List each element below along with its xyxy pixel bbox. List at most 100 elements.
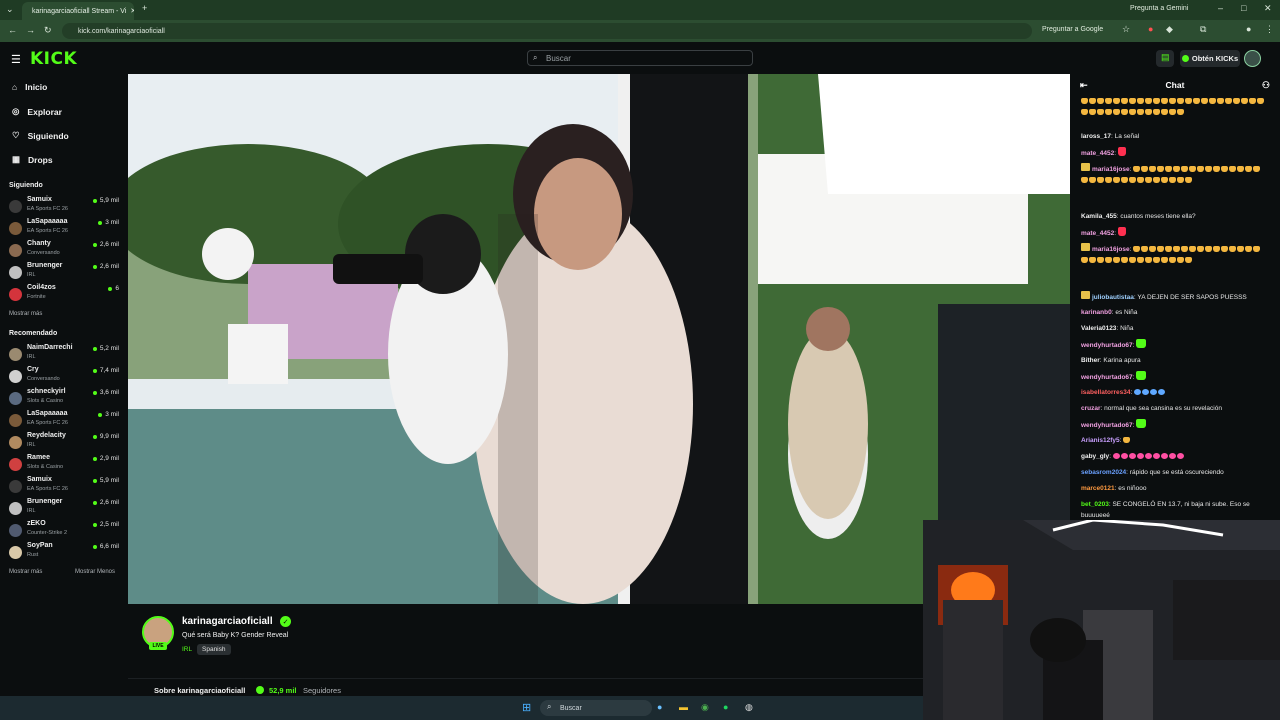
chat-message[interactable]: gaby_gly: — [1081, 451, 1269, 462]
user-avatar[interactable] — [1244, 50, 1261, 67]
window-close-icon[interactable]: ✕ — [1264, 3, 1272, 14]
chat-username[interactable]: karinanb0 — [1081, 309, 1112, 316]
reload-icon[interactable]: ↻ — [44, 25, 52, 36]
show-less-recommended[interactable]: Mostrar Menos — [75, 569, 115, 575]
copilot-icon[interactable]: ● — [657, 702, 662, 712]
close-tab-icon[interactable]: ✕ — [130, 7, 134, 15]
chat-username[interactable]: maria16jose — [1092, 246, 1130, 253]
new-tab-icon[interactable]: + — [142, 3, 147, 13]
chat-message[interactable]: wendyhurtado67: — [1081, 339, 1269, 351]
chat-message[interactable]: Valeria0123: Niña — [1081, 323, 1269, 334]
chat-username[interactable]: bet_0203 — [1081, 501, 1109, 508]
channel-row[interactable]: LaSapaaaaa EA Sports FC 26 3 mil — [9, 218, 121, 240]
show-more-following[interactable]: Mostrar más — [9, 311, 42, 317]
channel-row[interactable]: Brunenger IRL 2,6 mil — [9, 498, 121, 520]
chat-username[interactable]: sebasrom2024 — [1081, 469, 1126, 476]
chat-message[interactable]: mate_4452: — [1081, 147, 1269, 159]
chat-message[interactable]: Bither: Karina apura — [1081, 355, 1269, 366]
chat-message[interactable]: isabellatorres34: — [1081, 387, 1269, 398]
channel-row[interactable]: Cry Conversando 7,4 mil — [9, 366, 121, 388]
chat-users-icon[interactable]: ⚇ — [1262, 80, 1270, 91]
chat-message[interactable]: bet_0203: SE CONGELÓ EN 13.7, ni baja ni… — [1081, 499, 1269, 521]
channel-row[interactable]: Ramee Slots & Casino 2,9 mil — [9, 454, 121, 476]
channel-row[interactable]: Chanty Conversando 2,6 mil — [9, 240, 121, 262]
chat-username[interactable]: Kamila_455 — [1081, 213, 1117, 220]
bookmark-star-icon[interactable]: ☆ — [1122, 24, 1130, 35]
nav-explore[interactable]: ◎ Explorar — [12, 106, 62, 117]
channel-row[interactable]: zEKO Counter-Strike 2 2,5 mil — [9, 520, 121, 542]
chat-message[interactable]: juliobautistaa: YA DEJEN DE SER SAPOS PU… — [1081, 291, 1269, 303]
channel-row[interactable]: NaimDarrechi IRL 5,2 mil — [9, 344, 121, 366]
channel-row[interactable]: Brunenger IRL 2,6 mil — [9, 262, 121, 284]
chrome-icon[interactable]: ◉ — [701, 702, 709, 713]
library-button[interactable]: ▤ — [1156, 50, 1174, 67]
chat-message[interactable]: laross_17: La señal — [1081, 131, 1269, 142]
url-field[interactable]: kick.com/karinagarciaoficiall — [62, 23, 1032, 39]
ask-google-button[interactable]: Preguntar a Google — [1042, 26, 1103, 33]
chat-message[interactable]: mate_4452: — [1081, 227, 1269, 239]
chat-username[interactable]: wendyhurtado67 — [1081, 374, 1133, 381]
nav-drops[interactable]: ▦ Drops — [12, 154, 53, 165]
chat-message[interactable]: marce0121: es niñooo — [1081, 483, 1269, 494]
chat-username[interactable]: Bither — [1081, 357, 1100, 364]
hamburger-menu-icon[interactable]: ☰ — [11, 53, 21, 66]
nav-following[interactable]: ♡ Siguiendo — [12, 130, 69, 141]
chat-username[interactable]: maria16jose — [1092, 166, 1130, 173]
channel-row[interactable]: schneckyirl Slots & Casino 3,6 mil — [9, 388, 121, 410]
collapse-chat-icon[interactable]: ⇤ — [1080, 80, 1088, 91]
chat-username[interactable]: mate_4452 — [1081, 150, 1114, 157]
channel-row[interactable]: Samuix EA Sports FC 26 5,9 mil — [9, 476, 121, 498]
taskbar-search[interactable]: ⌕ Buscar — [540, 700, 652, 716]
chat-message[interactable]: sebasrom2024: rápido que se está oscurec… — [1081, 467, 1269, 478]
extensions-puzzle-icon[interactable]: ⧉ — [1200, 24, 1206, 35]
browser-menu-icon[interactable]: ⋮ — [1265, 24, 1274, 35]
channel-row[interactable]: Reydelacity IRL 9,9 mil — [9, 432, 121, 454]
chat-username[interactable]: mate_4452 — [1081, 230, 1114, 237]
chat-username[interactable]: wendyhurtado67 — [1081, 342, 1133, 349]
chat-message[interactable]: cruzar: normal que sea cansina es su rev… — [1081, 403, 1269, 414]
chat-username[interactable]: marce0121 — [1081, 485, 1115, 492]
nav-home[interactable]: ⌂ Inicio — [12, 82, 47, 92]
browser-tab[interactable]: karinagarciaoficiall Stream - Vi ✕ — [22, 2, 134, 20]
tab-menu-icon[interactable]: ⌄ — [6, 4, 14, 15]
windows-start-icon[interactable]: ⊞ — [522, 701, 531, 714]
forward-icon[interactable]: → — [26, 25, 35, 35]
chat-message[interactable]: Arianis12fy5: — [1081, 435, 1269, 446]
kick-logo[interactable]: KICK — [30, 49, 77, 69]
chat-username[interactable]: cruzar — [1081, 405, 1101, 412]
spotify-icon[interactable]: ● — [723, 702, 728, 712]
chat-message[interactable]: Kamila_455: cuantos meses tiene ella? — [1081, 211, 1269, 222]
chat-message[interactable]: maria16jose: — [1081, 163, 1269, 186]
chat-message[interactable]: maria16jose: — [1081, 243, 1269, 266]
chat-username[interactable]: isabellatorres34 — [1081, 389, 1131, 396]
chat-username[interactable]: Valeria0123 — [1081, 325, 1116, 332]
language-tag[interactable]: Spanish — [197, 644, 231, 655]
chat-username[interactable]: laross_17 — [1081, 133, 1111, 140]
channel-row[interactable]: SoyPan Rust 6,6 mil — [9, 542, 121, 564]
minimize-icon[interactable]: – — [1218, 3, 1223, 13]
get-kicks-button[interactable]: Obtén KICKs — [1180, 50, 1240, 67]
file-explorer-icon[interactable]: ▬ — [679, 702, 688, 712]
app-icon[interactable]: ◍ — [745, 702, 753, 713]
search-input[interactable]: ⌕ Buscar — [527, 50, 753, 66]
chat-username[interactable]: juliobautistaa — [1092, 294, 1134, 301]
chat-username[interactable]: wendyhurtado67 — [1081, 422, 1133, 429]
channel-avatar — [9, 266, 22, 279]
channel-name[interactable]: karinagarciaoficiall — [182, 616, 273, 627]
chat-message[interactable]: karinanb0: es Niña — [1081, 307, 1269, 318]
channel-row[interactable]: Coil4zos Fortnite 6 — [9, 284, 121, 306]
chat-message[interactable]: wendyhurtado67: — [1081, 419, 1269, 431]
extension-icon[interactable]: ● — [1148, 24, 1153, 34]
extension-icon[interactable]: ◆ — [1166, 24, 1173, 35]
back-icon[interactable]: ← — [8, 25, 17, 35]
channel-row[interactable]: Samuix EA Sports FC 26 5,9 mil — [9, 196, 121, 218]
chat-message[interactable]: wendyhurtado67: — [1081, 371, 1269, 383]
stream-category[interactable]: IRL — [182, 646, 192, 653]
gemini-button[interactable]: Pregunta a Gemini — [1130, 5, 1188, 12]
profile-icon[interactable]: ● — [1246, 24, 1251, 34]
show-more-recommended[interactable]: Mostrar más — [9, 569, 42, 575]
channel-row[interactable]: LaSapaaaaa EA Sports FC 26 3 mil — [9, 410, 121, 432]
maximize-icon[interactable]: □ — [1241, 3, 1246, 13]
chat-username[interactable]: Arianis12fy5 — [1081, 437, 1120, 444]
chat-username[interactable]: gaby_gly — [1081, 453, 1109, 460]
